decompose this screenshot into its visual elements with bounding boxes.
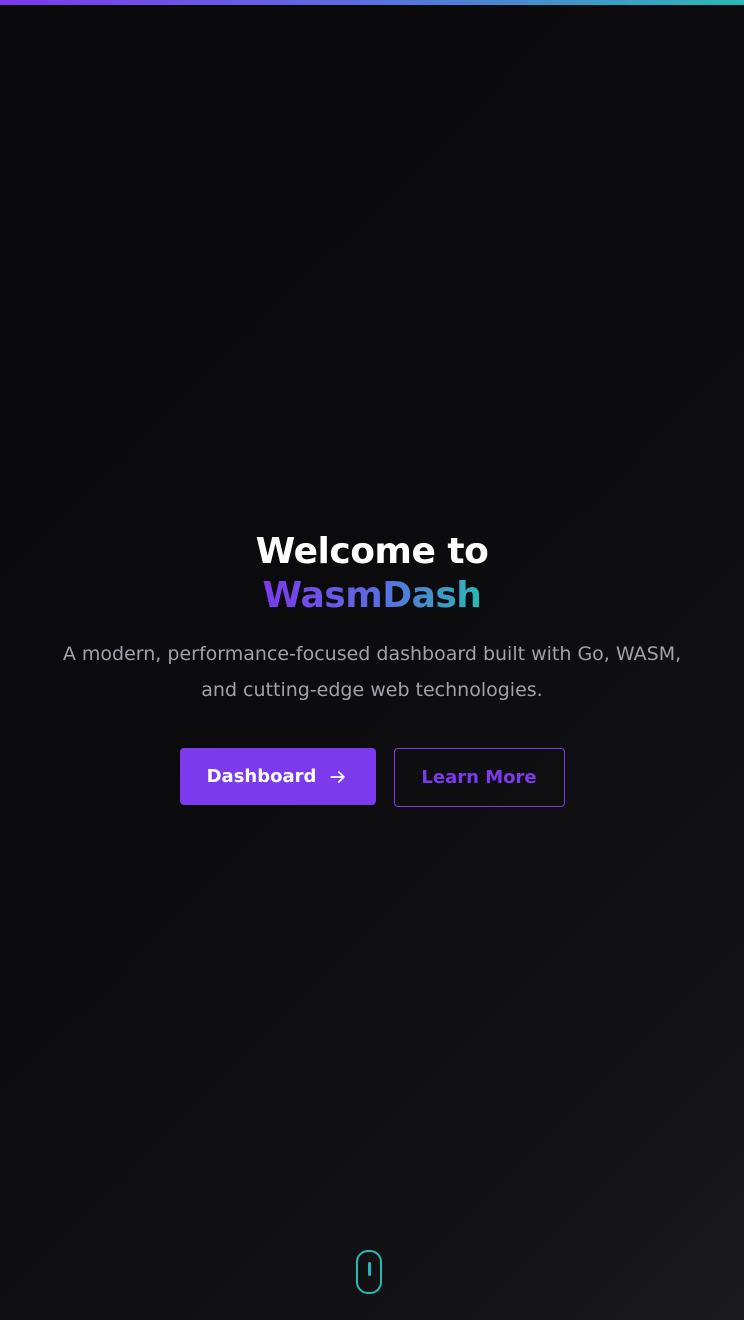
mouse-scroll-icon[interactable] (356, 1250, 382, 1294)
arrow-right-icon (330, 770, 346, 783)
learn-more-button-label: Learn More (421, 767, 537, 788)
learn-more-button[interactable]: Learn More (393, 748, 565, 807)
hero-section: Welcome to WasmDash A modern, performanc… (0, 530, 744, 807)
hero-subtitle: A modern, performance-focused dashboard … (62, 643, 682, 701)
brand-name: WasmDash (262, 575, 482, 616)
hero-title-line: Welcome to (255, 531, 489, 572)
scroll-wheel-dot (368, 1262, 371, 1276)
hero-title: Welcome to WasmDash (0, 530, 744, 618)
dashboard-button-label: Dashboard (206, 766, 317, 787)
hero-actions: Dashboard Learn More (0, 748, 744, 807)
top-accent-bar (0, 0, 744, 5)
dashboard-button[interactable]: Dashboard (179, 748, 376, 805)
